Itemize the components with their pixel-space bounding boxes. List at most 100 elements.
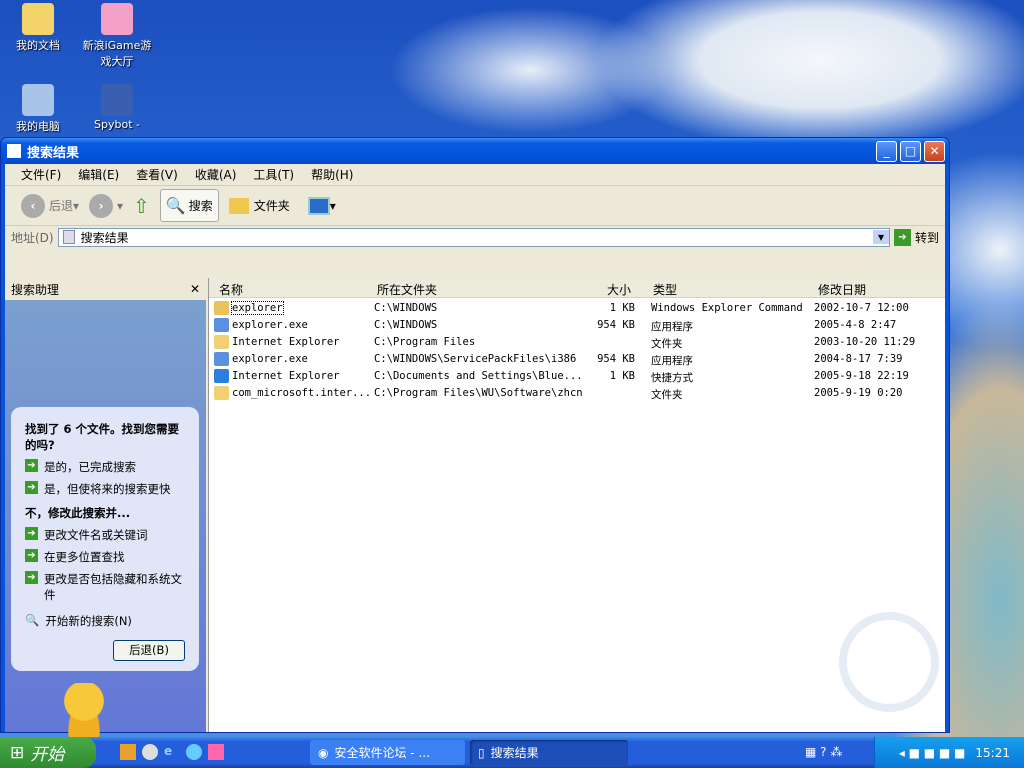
cell-folder: C:\WINDOWS [374,319,438,331]
address-bar: 地址(D) 搜索结果 ▾ ➔ 转到 [5,226,945,248]
menu-view[interactable]: 查看(V) [136,166,178,183]
address-dropdown-icon[interactable]: ▾ [872,230,889,244]
menu-favorites[interactable]: 收藏(A) [195,166,237,183]
cell-name: Internet Explorer [232,336,340,348]
cell-date: 2003-10-20 11:29 [814,336,916,348]
pane-back-button[interactable]: 后退(B) [113,640,185,661]
arrow-icon: ➔ [25,549,38,562]
close-button[interactable]: ✕ [924,141,945,162]
search-assistant-bubble: 找到了 6 个文件。找到您需要的吗? ➔ 是的，已完成搜索 ➔ 是，但使将来的搜索更… [11,407,199,671]
results-list: 名称 所在文件夹 大小 类型 修改日期 explorer C:\WINDOWS … [208,278,945,732]
pane-close-button[interactable]: ✕ [190,282,200,296]
table-row[interactable]: explorer.exe C:\WINDOWS 954 KB 应用程序 2005… [209,317,945,334]
option-more-locations[interactable]: ➔ 在更多位置查找 [25,549,185,565]
ie-icon[interactable]: e [164,744,180,760]
clock: 15:21 [975,745,1010,760]
new-search-link[interactable]: 🔍 开始新的搜索(N) [25,613,185,629]
cell-type: 快捷方式 [651,372,693,384]
windows-logo-icon: ⊞ [10,742,25,763]
arrow-icon: ➔ [25,481,38,494]
cell-date: 2004-8-17 7:39 [814,353,903,365]
search-button[interactable]: 🔍 搜索 [159,189,219,222]
option-yes-done[interactable]: ➔ 是的，已完成搜索 [25,459,185,475]
column-name[interactable]: 名称 [219,281,243,298]
menu-tools[interactable]: 工具(T) [253,166,294,183]
up-button[interactable]: ⇧ [133,194,150,218]
menu-file[interactable]: 文件(F) [21,166,61,183]
option-change-name[interactable]: ➔ 更改文件名或关键词 [25,527,185,543]
option-yes-faster[interactable]: ➔ 是，但使将来的搜索更快 [25,481,185,497]
cell-type: 应用程序 [651,321,693,333]
language-bar[interactable]: ▦ ? ⁂ [805,745,842,759]
task-security-forum[interactable]: ◉ 安全软件论坛 - ... [310,740,465,765]
forward-arrow-icon: › [89,193,114,218]
desktop-icon-igame[interactable]: 新浪iGame游戏大厅 [82,3,152,69]
minimize-button[interactable]: _ [876,141,897,162]
column-folder[interactable]: 所在文件夹 [377,281,437,298]
magnifier-icon: 🔍 [25,613,40,627]
address-input[interactable]: 搜索结果 ▾ [57,227,890,247]
cell-folder: C:\WINDOWS\ServicePackFiles\i386 [374,353,577,365]
back-button[interactable]: ‹ 后退 ▾ [21,193,79,218]
cell-date: 2005-9-19 0:20 [814,387,903,399]
file-icon [214,369,229,383]
igame-icon[interactable] [208,744,224,760]
list-header: 名称 所在文件夹 大小 类型 修改日期 [209,278,945,298]
system-tray: ◂ ■ ■ ■ ■ 15:21 [874,737,1024,768]
forward-button[interactable]: › ▾ [89,193,123,218]
modify-heading: 不，修改此搜索并... [25,506,131,520]
start-button[interactable]: ⊞ 开始 [0,737,96,768]
search-dog-icon [60,683,108,743]
outlook-icon[interactable] [186,744,202,760]
column-date[interactable]: 修改日期 [818,281,866,298]
tray-icons[interactable]: ◂ ■ ■ ■ ■ [899,746,966,760]
file-icon [214,386,229,400]
desktop-icon-my-computer[interactable]: 我的电脑 [3,84,73,134]
taskbar: ⊞ 开始 e ◉ 安全软件论坛 - ... ▯ 搜索结果 ▦ ? ⁂ ◂ ■ ■ ■ … [0,737,1024,768]
pane-title: 搜索助理 [11,282,60,297]
cell-type: 文件夹 [651,389,683,401]
table-row[interactable]: com_microsoft.inter... C:\Program Files\… [209,385,945,402]
result-question: 找到了 6 个文件。找到您需要的吗? [25,422,180,452]
rows-container: explorer C:\WINDOWS 1 KB Windows Explore… [209,298,945,402]
folder-icon [22,3,54,35]
title-bar[interactable]: 搜索结果 [1,138,949,164]
menu-help[interactable]: 帮助(H) [311,166,353,183]
table-row[interactable]: explorer.exe C:\WINDOWS\ServicePackFiles… [209,351,945,368]
views-icon [307,196,330,215]
cell-date: 2005-4-8 2:47 [814,319,897,331]
maximize-button[interactable]: □ [900,141,921,162]
computer-icon [22,84,54,116]
desktop-icon-my-documents[interactable]: 我的文档 [3,3,73,53]
back-arrow-icon: ‹ [21,193,45,218]
spybot-icon [101,84,133,116]
menu-edit[interactable]: 编辑(E) [78,166,119,183]
file-icon [214,318,229,332]
table-row[interactable]: explorer C:\WINDOWS 1 KB Windows Explore… [209,300,945,317]
views-button[interactable]: ▾ [307,196,336,215]
table-row[interactable]: Internet Explorer C:\Documents and Setti… [209,368,945,385]
cell-name: explorer.exe [232,319,308,331]
cell-size: 954 KB [597,319,635,331]
cell-name: explorer.exe [232,353,308,365]
desktop-icon-spybot[interactable]: Spybot - [82,84,152,131]
table-row[interactable]: Internet Explorer C:\Program Files 文件夹 2… [209,334,945,351]
option-hidden-system[interactable]: ➔ 更改是否包括隐藏和系统文件 [25,571,185,603]
toolbar: ‹ 后退 ▾ › ▾ ⇧ 🔍 搜索 文件夹 ▾ [5,186,945,226]
igame-icon [101,3,133,35]
column-size[interactable]: 大小 [607,281,631,298]
arrow-icon: ➔ [25,459,38,472]
folders-button[interactable]: 文件夹 [228,197,290,214]
media-player-icon[interactable] [142,744,158,760]
task-search-results[interactable]: ▯ 搜索结果 [470,740,628,765]
cell-size: 1 KB [609,302,635,314]
file-icon [214,335,229,349]
messenger-icon[interactable] [120,744,136,760]
cell-date: 2002-10-7 12:00 [814,302,909,314]
cell-folder: C:\Program Files [374,336,476,348]
go-button[interactable]: ➔ 转到 [893,228,945,246]
file-icon [214,352,229,366]
cell-folder: C:\Documents and Settings\Blue... [374,370,583,382]
column-type[interactable]: 类型 [653,281,677,298]
window-title: 搜索结果 [27,145,80,161]
